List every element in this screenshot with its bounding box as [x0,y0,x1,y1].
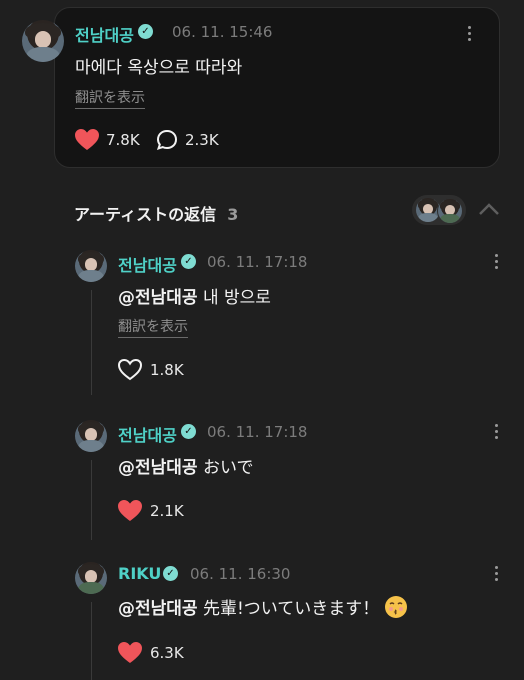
reply-3-mention[interactable]: @전남대공 [118,599,198,619]
comment-bubble-icon[interactable] [156,129,178,151]
post-author-name[interactable]: 전남대공 [75,22,134,46]
reply-2-mention[interactable]: @전남대공 [118,458,198,478]
reply-2-timestamp: 06. 11. 17:18 [207,423,308,441]
reply-2-author-name[interactable]: 전남대공 [118,422,177,446]
artist-avatar-2 [437,198,463,224]
reply-1-timestamp: 06. 11. 17:18 [207,253,308,271]
reply-1-message: 내 방으로 [202,288,271,308]
reply-2-like-count: 2.1K [150,502,184,520]
artist-replies-title: アーティストの返信 [74,205,217,224]
reply-2-avatar[interactable] [75,420,107,452]
reply-1-thread-line [91,290,92,395]
reply-1-like-count: 1.8K [150,361,184,379]
reply-1-author-name[interactable]: 전남대공 [118,252,177,276]
collapse-chevron-up-icon[interactable] [478,202,500,216]
reply-1-text: @전남대공 내 방으로 [118,283,271,308]
reply-2-heart-icon[interactable] [118,500,142,522]
post-comment-count: 2.3K [185,131,219,149]
post-like-count: 7.8K [106,131,140,149]
reply-3-like-count: 6.3K [150,644,184,662]
reply-3-timestamp: 06. 11. 16:30 [190,565,291,583]
reply-1-more-options-icon[interactable] [495,254,499,272]
verified-badge-icon: ✓ [181,254,196,269]
artist-replies-header[interactable]: アーティストの返信 3 [74,201,238,225]
reply-3-more-options-icon[interactable] [495,566,499,584]
reply-1-avatar[interactable] [75,250,107,282]
kissing-face-emoji-icon [384,596,407,618]
reply-2-message: おいで [202,458,254,478]
reply-2-text: @전남대공 おいで [118,453,253,478]
reply-1-mention[interactable]: @전남대공 [118,288,198,308]
artist-replies-count: 3 [227,205,239,224]
reply-3-thread-line [91,602,92,680]
reply-3-message: 先輩!ついていきます！ [202,599,380,619]
reply-1-heart-outline-icon[interactable] [118,359,142,381]
verified-badge-icon: ✓ [138,24,153,39]
reply-3-heart-icon[interactable] [118,642,142,664]
reply-1-translate-link[interactable]: 翻訳を表示 [118,316,188,338]
post-translate-link[interactable]: 翻訳を表示 [75,87,145,109]
reply-3-author-name[interactable]: RIKU [118,564,161,583]
reply-2-more-options-icon[interactable] [495,424,499,442]
reply-3-text: @전남대공 先輩!ついていきます！ [118,594,407,620]
post-text: 마에다 옥상으로 따라와 [75,58,243,78]
reply-3-avatar[interactable] [75,562,107,594]
post-timestamp: 06. 11. 15:46 [172,23,273,41]
verified-badge-icon: ✓ [181,424,196,439]
post-heart-icon[interactable] [75,129,99,151]
post-more-options-icon[interactable] [468,26,472,44]
post-author-avatar[interactable] [22,20,64,62]
reply-2-thread-line [91,460,92,540]
verified-badge-icon: ✓ [163,566,178,581]
